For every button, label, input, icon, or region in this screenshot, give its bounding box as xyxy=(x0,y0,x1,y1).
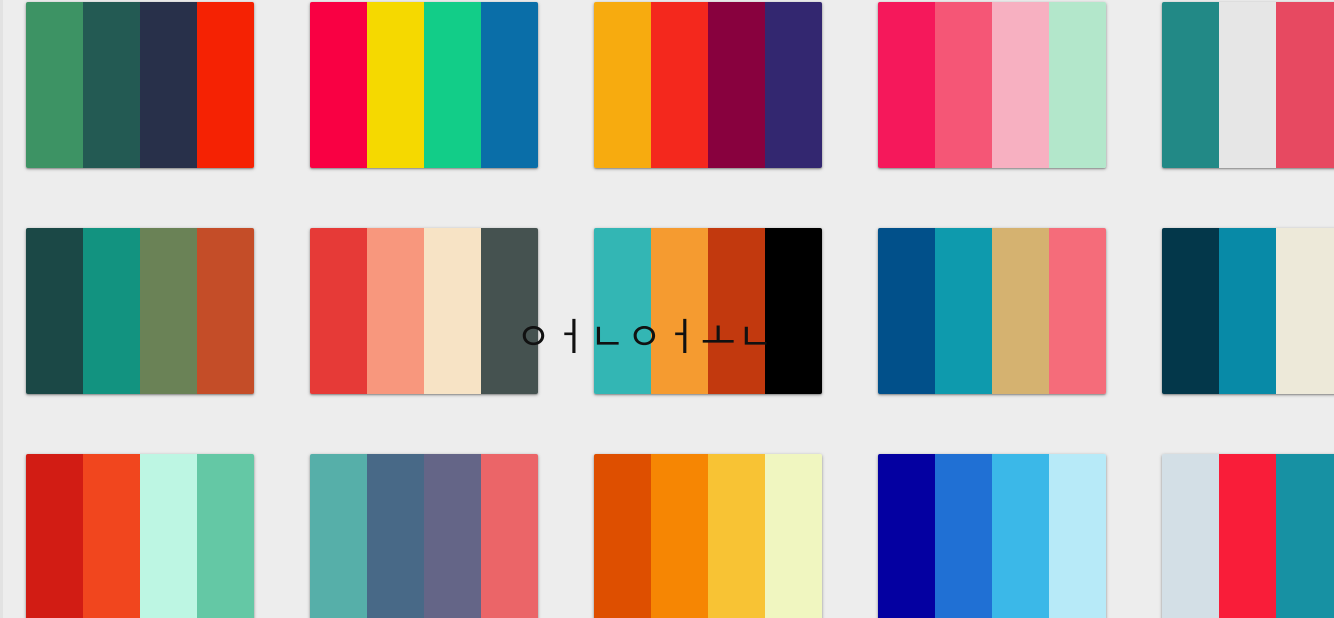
color-swatch xyxy=(992,228,1049,394)
color-swatch xyxy=(594,2,651,168)
palette-3-1[interactable] xyxy=(26,454,254,618)
palette-2-1[interactable] xyxy=(26,228,254,394)
color-swatch xyxy=(26,454,83,618)
color-swatch xyxy=(367,228,424,394)
color-swatch xyxy=(197,454,254,618)
palette-2-4[interactable] xyxy=(878,228,1106,394)
palette-1-1[interactable] xyxy=(26,2,254,168)
palette-1-3[interactable] xyxy=(594,2,822,168)
color-swatch xyxy=(992,454,1049,618)
color-swatch xyxy=(481,2,538,168)
palette-1-5[interactable] xyxy=(1162,2,1334,168)
palette-2-3[interactable] xyxy=(594,228,822,394)
color-swatch xyxy=(594,228,651,394)
color-swatch xyxy=(1162,454,1219,618)
color-swatch xyxy=(1049,228,1106,394)
color-swatch xyxy=(83,454,140,618)
color-swatch xyxy=(765,454,822,618)
color-swatch xyxy=(1219,2,1276,168)
color-swatch xyxy=(992,2,1049,168)
palette-1-4[interactable] xyxy=(878,2,1106,168)
palette-3-5[interactable] xyxy=(1162,454,1334,618)
color-swatch xyxy=(481,228,538,394)
color-swatch xyxy=(708,454,765,618)
color-swatch xyxy=(26,2,83,168)
color-swatch xyxy=(594,454,651,618)
color-swatch xyxy=(878,454,935,618)
color-swatch xyxy=(878,228,935,394)
color-swatch xyxy=(481,454,538,618)
color-swatch xyxy=(708,228,765,394)
color-swatch xyxy=(651,2,708,168)
color-swatch xyxy=(310,2,367,168)
color-swatch xyxy=(651,228,708,394)
color-swatch xyxy=(935,228,992,394)
color-swatch xyxy=(424,228,481,394)
color-swatch xyxy=(1049,454,1106,618)
color-swatch xyxy=(708,2,765,168)
color-swatch xyxy=(765,2,822,168)
palette-3-3[interactable] xyxy=(594,454,822,618)
color-swatch xyxy=(140,454,197,618)
color-swatch xyxy=(1049,2,1106,168)
palette-grid: ㅇㅓㄴㅇㅓㅗㄴ xyxy=(0,0,1334,618)
color-swatch xyxy=(651,454,708,618)
color-swatch xyxy=(424,2,481,168)
color-swatch xyxy=(140,2,197,168)
color-swatch xyxy=(1276,454,1333,618)
color-swatch xyxy=(935,2,992,168)
color-swatch xyxy=(367,2,424,168)
color-swatch xyxy=(367,454,424,618)
palette-2-2[interactable] xyxy=(310,228,538,394)
color-swatch xyxy=(1219,454,1276,618)
color-swatch xyxy=(1162,228,1219,394)
color-swatch xyxy=(83,228,140,394)
color-swatch xyxy=(935,454,992,618)
color-swatch xyxy=(424,454,481,618)
color-swatch xyxy=(140,228,197,394)
color-swatch xyxy=(83,2,140,168)
color-swatch xyxy=(1162,2,1219,168)
color-swatch xyxy=(1219,228,1276,394)
color-swatch xyxy=(765,228,822,394)
color-swatch xyxy=(26,228,83,394)
color-swatch xyxy=(1276,228,1333,394)
color-swatch xyxy=(310,454,367,618)
palette-2-5[interactable] xyxy=(1162,228,1334,394)
color-swatch xyxy=(197,2,254,168)
color-swatch xyxy=(878,2,935,168)
palette-1-2[interactable] xyxy=(310,2,538,168)
palette-3-2[interactable] xyxy=(310,454,538,618)
palette-3-4[interactable] xyxy=(878,454,1106,618)
color-swatch xyxy=(310,228,367,394)
color-swatch xyxy=(1276,2,1333,168)
color-swatch xyxy=(197,228,254,394)
